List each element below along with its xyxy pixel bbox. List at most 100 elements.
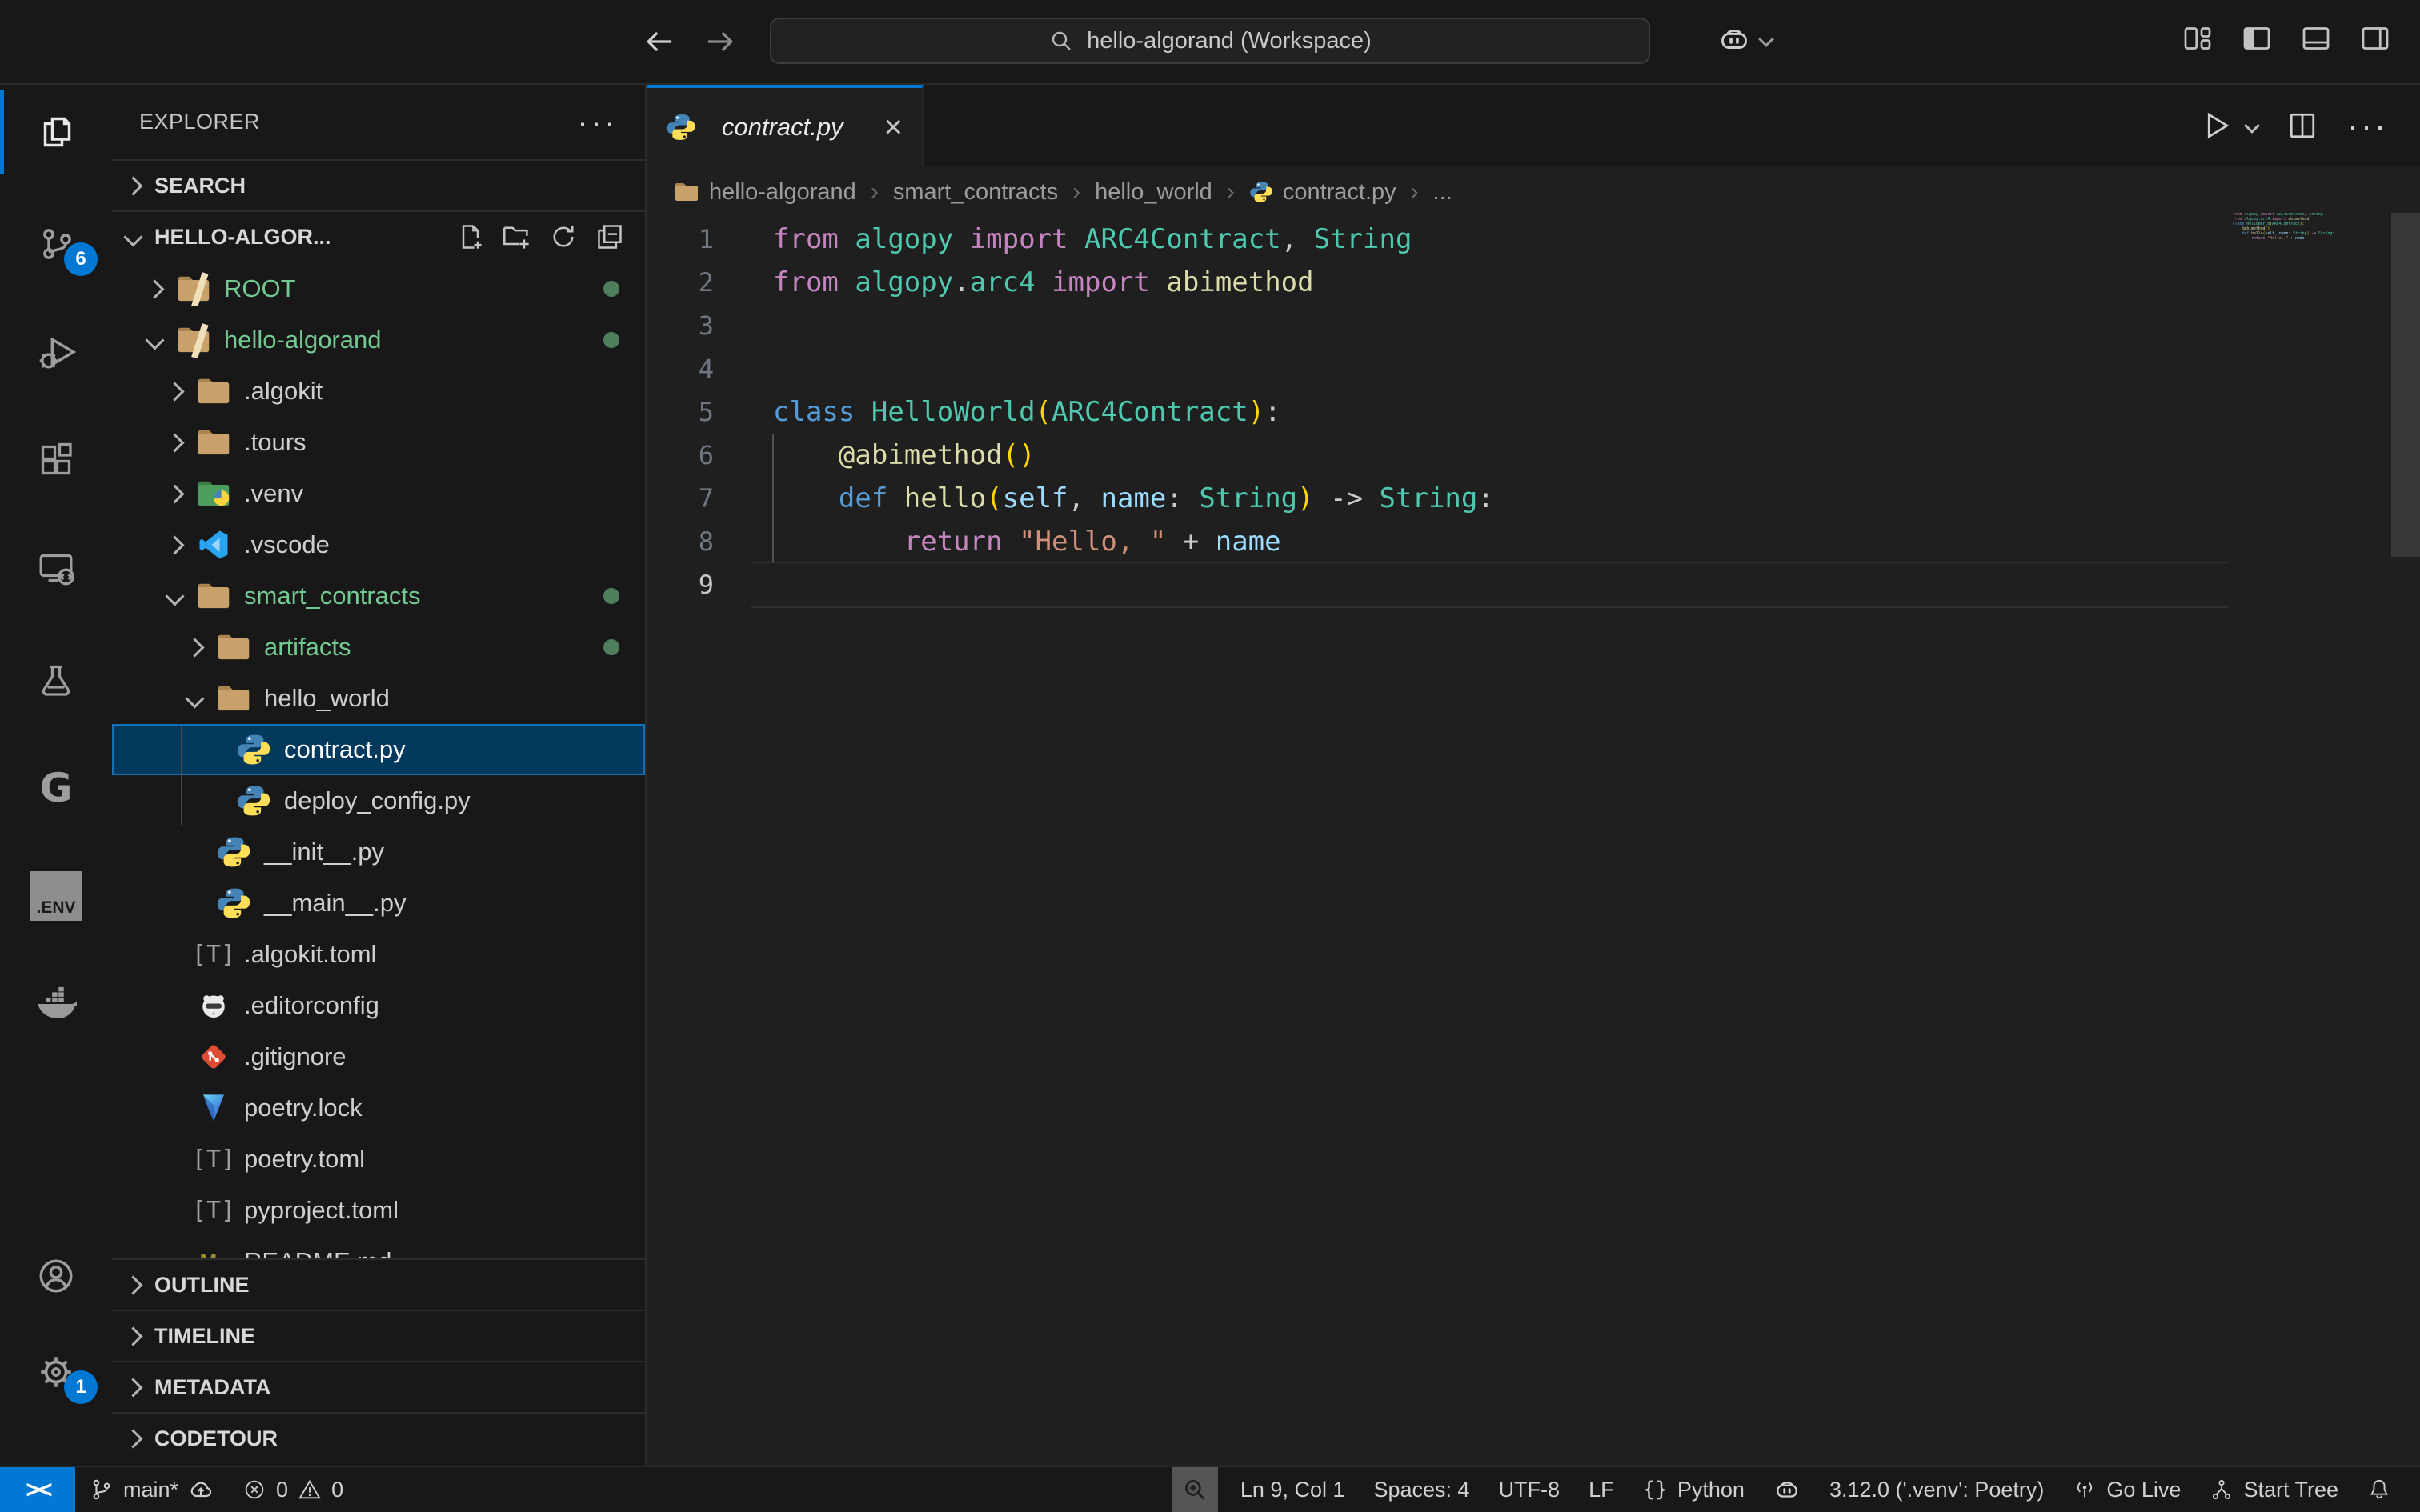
activity-docker[interactable] bbox=[0, 966, 112, 1042]
tree-item-poetry-lock[interactable]: poetry.lock bbox=[112, 1082, 645, 1134]
python-interpreter-item[interactable]: 3.12.0 ('.venv': Poetry) bbox=[1815, 1467, 2058, 1512]
account-icon bbox=[36, 1256, 76, 1296]
language-item[interactable]: {} Python bbox=[1629, 1467, 1759, 1512]
tree-item-tours[interactable]: .tours bbox=[112, 417, 645, 468]
activity-extensions[interactable] bbox=[0, 422, 112, 498]
tree-item-pyproject-toml[interactable]: [T]pyproject.toml bbox=[112, 1185, 645, 1236]
copilot-menu-button[interactable] bbox=[1717, 22, 1772, 56]
activity-settings[interactable]: 1 bbox=[0, 1334, 112, 1410]
section-timeline[interactable]: TIMELINE bbox=[112, 1310, 645, 1361]
breadcrumb-label: ... bbox=[1433, 179, 1452, 206]
activity-source-control[interactable]: 6 bbox=[0, 206, 112, 282]
section-search[interactable]: SEARCH bbox=[112, 159, 645, 210]
tree-item-hello-algorand[interactable]: hello-algorand bbox=[112, 314, 645, 366]
split-editor-button[interactable] bbox=[2286, 110, 2318, 142]
activity-testing[interactable] bbox=[0, 642, 112, 718]
tree-item-poetry-toml[interactable]: [T]poetry.toml bbox=[112, 1134, 645, 1185]
collapse-all-button[interactable] bbox=[595, 222, 624, 251]
publish-icon bbox=[188, 1477, 214, 1502]
section-outline[interactable]: OUTLINE bbox=[112, 1258, 645, 1310]
editor-scrollbar[interactable] bbox=[2391, 213, 2420, 557]
tree-item-gitignore[interactable]: .gitignore bbox=[112, 1031, 645, 1082]
code-line-7[interactable]: 7 def hello(self, name: String) -> Strin… bbox=[647, 477, 2420, 520]
code-editor[interactable]: 1from algopy import ARC4Contract, String… bbox=[647, 218, 2420, 1467]
tree-item-label: .algokit bbox=[244, 377, 323, 406]
code-line-8[interactable]: 8 return "Hello, " + name bbox=[647, 520, 2420, 563]
activity-remote-explorer[interactable] bbox=[0, 530, 112, 606]
folder-python-icon bbox=[194, 474, 233, 513]
breadcrumb-[interactable]: ... bbox=[1433, 179, 1452, 206]
run-dropdown-chevron[interactable] bbox=[2244, 118, 2260, 134]
activity-dotenv[interactable]: .ENV bbox=[0, 858, 112, 934]
forward-button[interactable] bbox=[698, 19, 743, 64]
workspace-section-header[interactable]: HELLO-ALGOR... bbox=[112, 210, 645, 262]
tree-item-main-py[interactable]: __main__.py bbox=[112, 878, 645, 929]
code-line-1[interactable]: 1from algopy import ARC4Contract, String bbox=[647, 218, 2420, 261]
branch-item[interactable]: main* bbox=[75, 1467, 228, 1512]
toggle-primary-sidebar-button[interactable] bbox=[2241, 22, 2273, 54]
toggle-panel-button[interactable] bbox=[2300, 22, 2332, 54]
minimap[interactable]: from algopy import ARC4Contract, Stringf… bbox=[2233, 213, 2388, 242]
problems-item[interactable]: 0 0 bbox=[228, 1467, 358, 1512]
tree-item-algokit[interactable]: .algokit bbox=[112, 366, 645, 417]
line-number: 5 bbox=[647, 390, 714, 434]
tree-item-readme-md[interactable]: M↓README.md bbox=[112, 1236, 645, 1258]
activity-run-debug[interactable] bbox=[0, 314, 112, 390]
tree-item-venv[interactable]: .venv bbox=[112, 468, 645, 519]
encoding-item[interactable]: UTF-8 bbox=[1484, 1467, 1575, 1512]
breadcrumb-separator: › bbox=[1072, 178, 1080, 206]
code-line-3[interactable]: 3 bbox=[647, 304, 2420, 347]
activity-accounts[interactable] bbox=[0, 1238, 112, 1314]
run-button[interactable] bbox=[2200, 110, 2232, 142]
tree-item-root[interactable]: ROOT bbox=[112, 263, 645, 314]
dotenv-icon: .ENV bbox=[30, 871, 82, 921]
settings-badge: 1 bbox=[64, 1370, 98, 1404]
toggle-secondary-sidebar-button[interactable] bbox=[2359, 22, 2391, 54]
tree-item-init-py[interactable]: __init__.py bbox=[112, 826, 645, 878]
section-metadata[interactable]: METADATA bbox=[112, 1361, 645, 1412]
code-line-4[interactable]: 4 bbox=[647, 347, 2420, 390]
code-line-9[interactable]: 9 bbox=[647, 563, 2420, 606]
new-folder-button[interactable] bbox=[503, 222, 531, 251]
tab-close-button[interactable]: × bbox=[884, 111, 903, 143]
breadcrumb-hello-world[interactable]: hello_world bbox=[1095, 179, 1212, 206]
remote-indicator[interactable]: >< bbox=[0, 1467, 75, 1512]
editor-more-actions-button[interactable]: ··· bbox=[2347, 106, 2388, 145]
tree-item-smart-contracts[interactable]: smart_contracts bbox=[112, 570, 645, 622]
editorconfig-icon bbox=[194, 986, 233, 1025]
breadcrumb-separator: › bbox=[1227, 178, 1235, 206]
start-tree-item[interactable]: Start Tree bbox=[2195, 1467, 2353, 1512]
tree-item-algokit-toml[interactable]: [T].algokit.toml bbox=[112, 929, 645, 980]
code-line-5[interactable]: 5class HelloWorld(ARC4Contract): bbox=[647, 390, 2420, 434]
tree-item-artifacts[interactable]: artifacts bbox=[112, 622, 645, 673]
back-button[interactable] bbox=[637, 19, 682, 64]
go-live-item[interactable]: Go Live bbox=[2058, 1467, 2195, 1512]
new-file-button[interactable] bbox=[456, 222, 485, 251]
eol-item[interactable]: LF bbox=[1574, 1467, 1629, 1512]
code-line-2[interactable]: 2from algopy.arc4 import abimethod bbox=[647, 261, 2420, 304]
tree-item-contract-py[interactable]: contract.py bbox=[112, 724, 645, 775]
zoom-status-item[interactable] bbox=[1172, 1467, 1218, 1512]
toml-icon: [T] bbox=[194, 935, 233, 974]
workspace-actions bbox=[456, 222, 631, 251]
indentation-item[interactable]: Spaces: 4 bbox=[1359, 1467, 1484, 1512]
tree-item-deploy-config-py[interactable]: deploy_config.py bbox=[112, 775, 645, 826]
tab-contract-py[interactable]: contract.py × bbox=[647, 85, 924, 166]
activity-explorer[interactable] bbox=[0, 94, 112, 170]
section-codetour[interactable]: CODETOUR bbox=[112, 1412, 645, 1463]
breadcrumb-smart-contracts[interactable]: smart_contracts bbox=[893, 179, 1058, 206]
breadcrumb-hello-algorand[interactable]: hello-algorand bbox=[674, 179, 856, 206]
notifications-item[interactable] bbox=[2353, 1467, 2406, 1512]
activity-algokit[interactable]: G bbox=[0, 750, 112, 826]
copilot-status-item[interactable] bbox=[1759, 1467, 1815, 1512]
explorer-more-actions-button[interactable]: ··· bbox=[577, 114, 618, 130]
refresh-button[interactable] bbox=[549, 222, 578, 251]
code-line-6[interactable]: 6 @abimethod() bbox=[647, 434, 2420, 477]
tree-item-hello-world[interactable]: hello_world bbox=[112, 673, 645, 724]
tree-item-editorconfig[interactable]: .editorconfig bbox=[112, 980, 645, 1031]
customize-layout-button[interactable] bbox=[2182, 22, 2214, 54]
command-center-search[interactable]: hello-algorand (Workspace) bbox=[770, 18, 1650, 64]
breadcrumb-contract-py[interactable]: contract.py bbox=[1249, 179, 1396, 206]
tree-item-vscode[interactable]: .vscode bbox=[112, 519, 645, 570]
cursor-position-item[interactable]: Ln 9, Col 1 bbox=[1226, 1467, 1360, 1512]
